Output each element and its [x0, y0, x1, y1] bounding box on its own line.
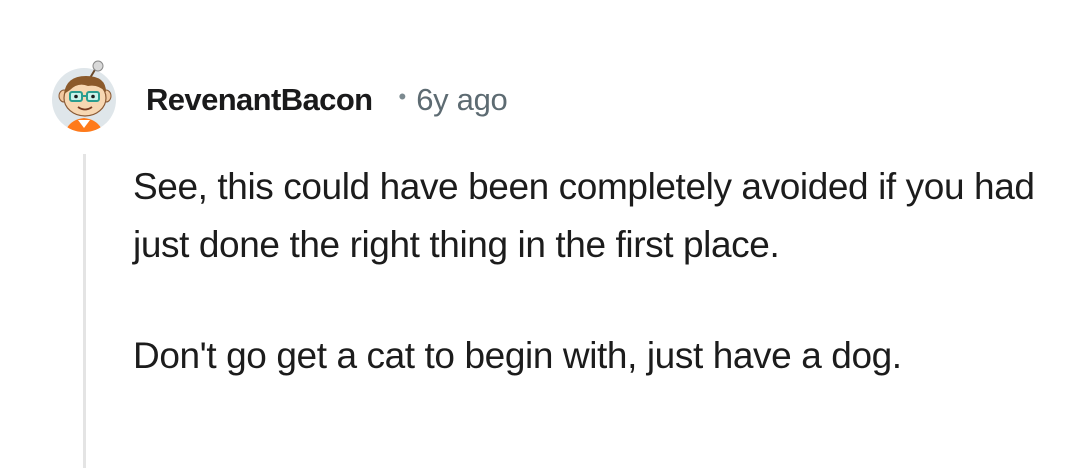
thread-line[interactable]: [83, 154, 86, 468]
username-link[interactable]: RevenantBacon: [146, 82, 373, 118]
user-avatar[interactable]: [50, 58, 122, 134]
comment-paragraph: Don't go get a cat to begin with, just h…: [133, 335, 902, 376]
comment-header: RevenantBacon • 6y ago: [146, 80, 508, 120]
comment-body: See, this could have been completely avo…: [133, 158, 1053, 385]
comment: RevenantBacon • 6y ago See, this could h…: [0, 0, 1080, 468]
snoo-avatar-icon: [52, 60, 116, 132]
meta-separator: •: [398, 84, 407, 109]
comment-paragraph: See, this could have been completely avo…: [133, 166, 1035, 265]
comment-age: 6y ago: [416, 82, 508, 117]
